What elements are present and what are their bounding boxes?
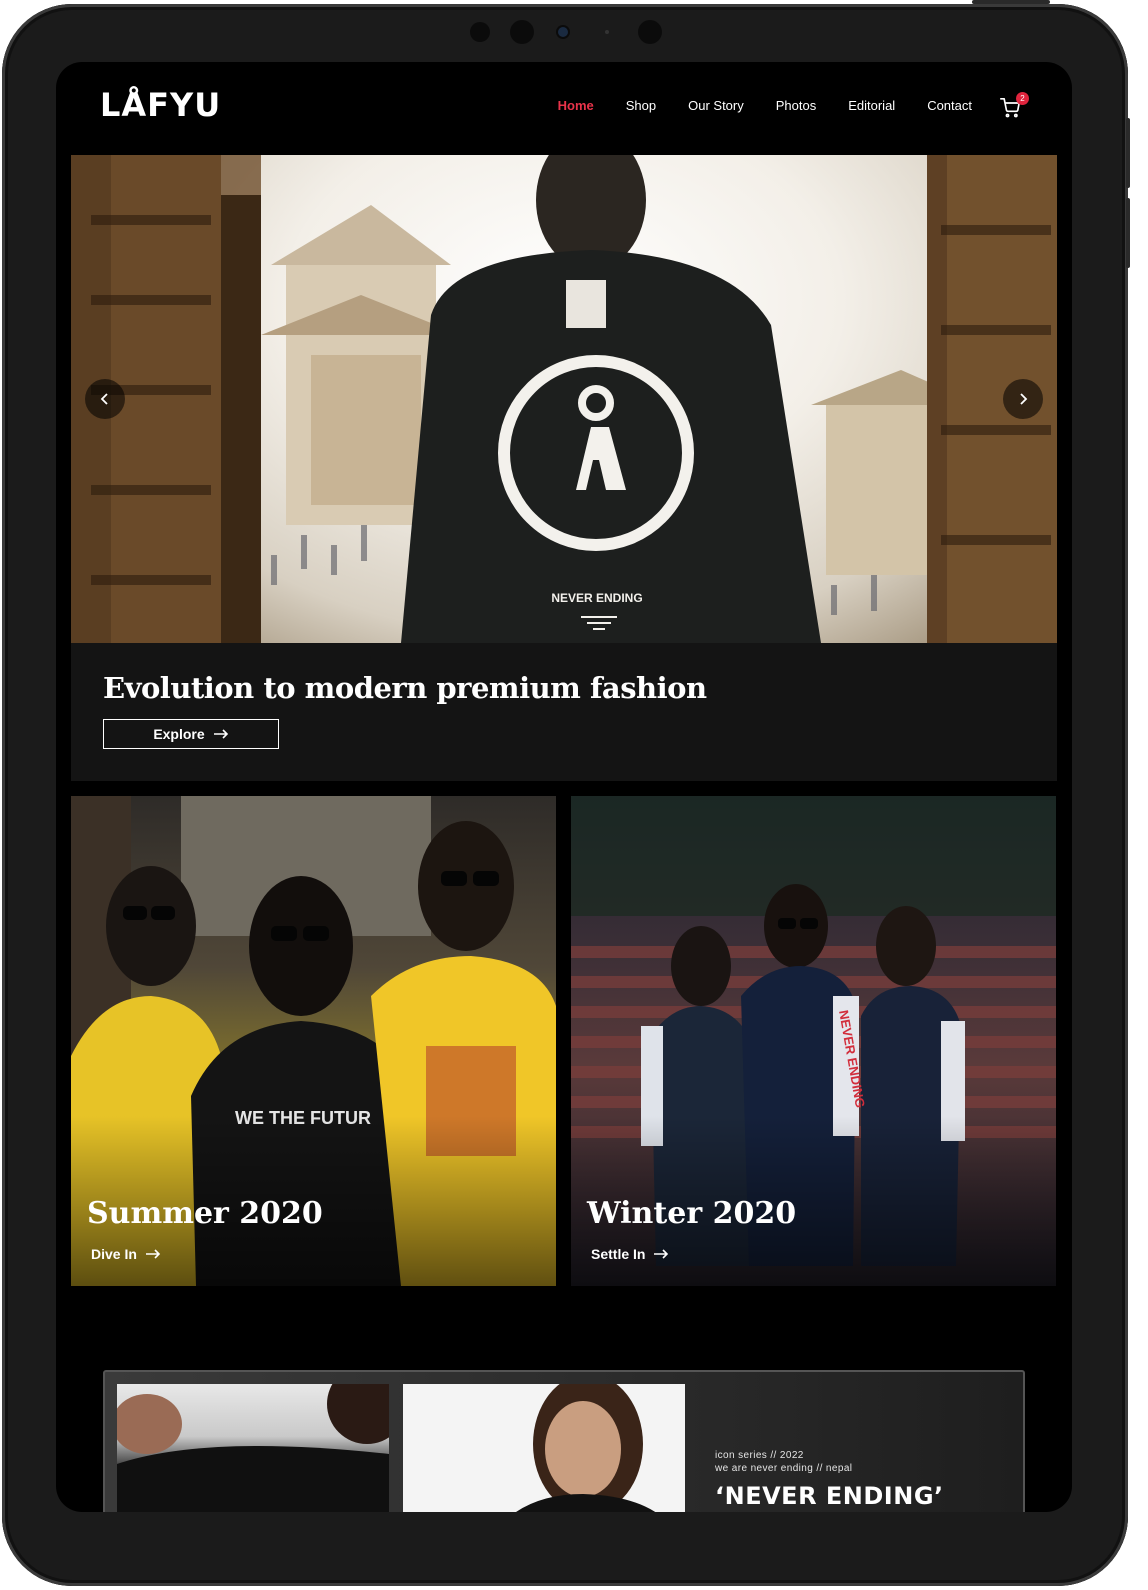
arrow-right-icon <box>213 729 228 739</box>
settle-in-label: Settle In <box>591 1246 646 1262</box>
nav-shop[interactable]: Shop <box>626 98 656 113</box>
nav-editorial[interactable]: Editorial <box>848 98 895 113</box>
slider-prev-button[interactable] <box>85 379 125 419</box>
website-screen: LÅFYU Home Shop Our Story Photos Editori… <box>56 62 1072 1512</box>
series-meta-line-2: we are never ending // nepal <box>715 1463 853 1474</box>
site-header: LÅFYU Home Shop Our Story Photos Editori… <box>56 62 1072 154</box>
hero-image: NEVER ENDING <box>71 155 1057 643</box>
hero-slider: NEVER ENDING Evolution to modern premium… <box>71 155 1057 781</box>
power-button <box>972 0 1050 4</box>
series-photo-2 <box>516 1384 656 1512</box>
settle-in-link[interactable]: Settle In <box>591 1246 669 1262</box>
volume-up-button <box>1126 118 1130 188</box>
arrow-right-icon <box>145 1249 161 1259</box>
series-meta-line-1: icon series // 2022 <box>715 1450 804 1461</box>
chevron-left-icon <box>100 393 108 405</box>
collection-card-summer[interactable]: WE THE FUTUR Summer 2020 Dive In <box>71 796 556 1286</box>
series-image-2 <box>403 1384 685 1512</box>
nav-our-story[interactable]: Our Story <box>688 98 744 113</box>
icon-series-banner[interactable]: icon series // 2022 we are never ending … <box>103 1370 1025 1512</box>
main-nav: Home Shop Our Story Photos Editorial Con… <box>558 98 972 113</box>
nav-contact[interactable]: Contact <box>927 98 972 113</box>
hero-caption-panel: Evolution to modern premium fashion Expl… <box>71 643 1057 781</box>
dive-in-label: Dive In <box>91 1246 137 1262</box>
chevron-right-icon <box>1020 393 1028 405</box>
summer-card-title: Summer 2020 <box>87 1196 323 1231</box>
explore-label: Explore <box>153 726 205 742</box>
arrow-right-icon <box>654 1249 669 1259</box>
slider-next-button[interactable] <box>1003 379 1043 419</box>
hero-photo-illustration: NEVER ENDING <box>71 155 1057 643</box>
series-title: ‘NEVER ENDING’ <box>715 1482 944 1510</box>
nav-photos[interactable]: Photos <box>776 98 816 113</box>
collection-card-winter[interactable]: NEVER ENDING Winter 2020 Settle In <box>571 796 1056 1286</box>
camera-array <box>470 20 670 44</box>
camera-lens <box>558 27 568 37</box>
sensor-dot <box>510 20 534 44</box>
sensor-dot <box>605 30 609 34</box>
series-image-1 <box>117 1384 389 1512</box>
series-photo-1 <box>117 1384 389 1512</box>
winter-card-title: Winter 2020 <box>587 1196 797 1231</box>
explore-button[interactable]: Explore <box>103 719 279 749</box>
nav-home[interactable]: Home <box>558 98 594 113</box>
sensor-dot <box>638 20 662 44</box>
sensor-dot <box>470 22 490 42</box>
hero-shirt-print: NEVER ENDING <box>551 591 642 605</box>
cart-count-badge: 2 <box>1016 92 1029 105</box>
hero-title: Evolution to modern premium fashion <box>103 671 707 705</box>
dive-in-link[interactable]: Dive In <box>91 1246 161 1262</box>
brand-logo[interactable]: LÅFYU <box>100 86 221 124</box>
cart-button[interactable]: 2 <box>1000 92 1029 122</box>
volume-down-button <box>1126 198 1130 268</box>
